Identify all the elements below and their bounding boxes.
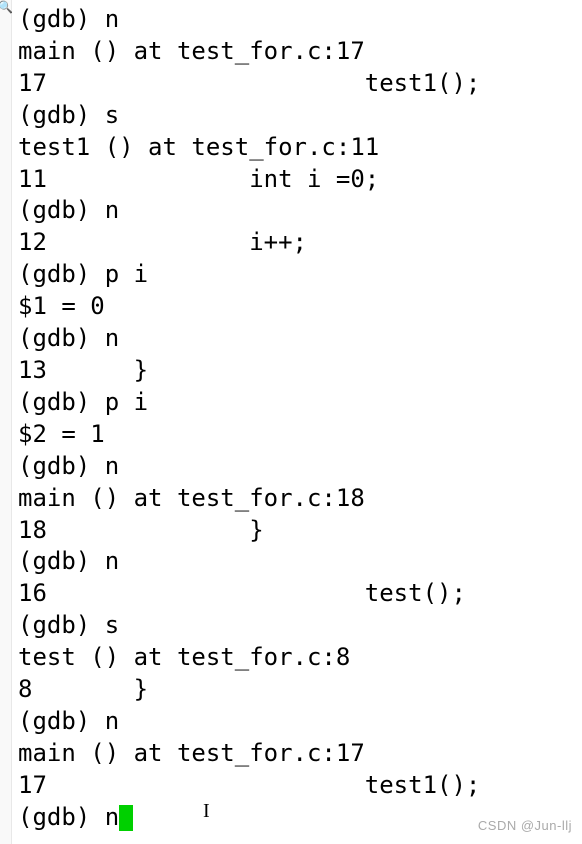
output-line: main () at test_for.c:17 xyxy=(18,738,582,770)
output-line: 13 } xyxy=(18,355,582,387)
output-line: 18 } xyxy=(18,515,582,547)
output-line: (gdb) n xyxy=(18,451,582,483)
output-line: (gdb) p i xyxy=(18,259,582,291)
output-line: (gdb) n xyxy=(18,546,582,578)
output-line: 8 } xyxy=(18,674,582,706)
prompt-text: (gdb) n xyxy=(18,803,119,831)
gutter xyxy=(0,0,12,844)
output-line: 17 test1(); xyxy=(18,68,582,100)
output-line: main () at test_for.c:18 xyxy=(18,483,582,515)
output-line: $1 = 0 xyxy=(18,291,582,323)
search-icon: 🔍 xyxy=(0,0,13,16)
cursor-block xyxy=(119,805,133,831)
terminal-output[interactable]: (gdb) n main () at test_for.c:17 17 test… xyxy=(18,4,582,834)
output-line: test1 () at test_for.c:11 xyxy=(18,132,582,164)
output-line: main () at test_for.c:17 xyxy=(18,36,582,68)
text-cursor-icon: I xyxy=(203,798,210,825)
watermark: CSDN @Jun-llj xyxy=(478,817,572,834)
output-line: (gdb) n xyxy=(18,706,582,738)
output-line: 12 i++; xyxy=(18,227,582,259)
output-line: (gdb) n xyxy=(18,323,582,355)
output-line: $2 = 1 xyxy=(18,419,582,451)
output-line: 16 test(); xyxy=(18,578,582,610)
output-line: (gdb) n xyxy=(18,195,582,227)
output-line: (gdb) n xyxy=(18,4,582,36)
output-line: 17 test1(); xyxy=(18,770,582,802)
output-line: 11 int i =0; xyxy=(18,164,582,196)
output-line: (gdb) s xyxy=(18,100,582,132)
output-line: (gdb) s xyxy=(18,610,582,642)
output-line: (gdb) p i xyxy=(18,387,582,419)
output-line: test () at test_for.c:8 xyxy=(18,642,582,674)
